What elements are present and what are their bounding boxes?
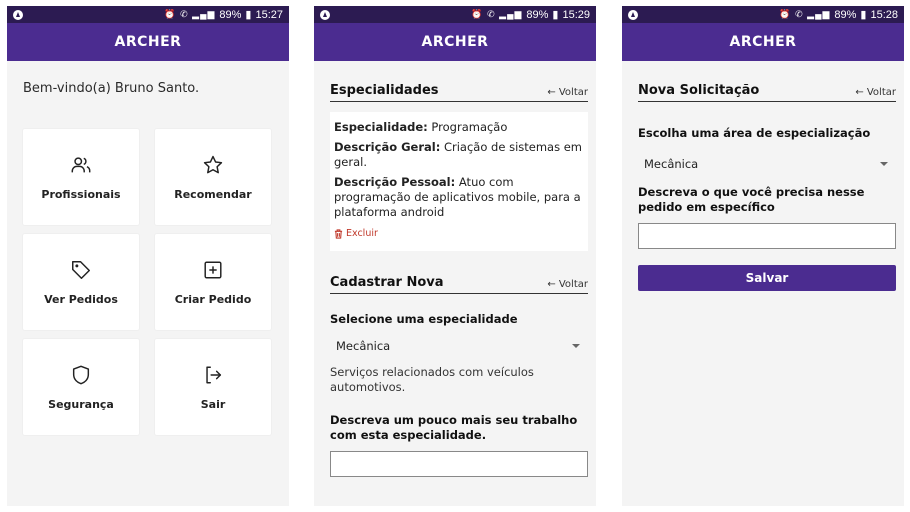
battery-level: 89% — [526, 8, 549, 21]
home-screen: ⏰ ✆ ▂▄▆ 89% ▮ 15:27 ARCHER Bem-vindo(a) … — [7, 6, 289, 506]
work-description-input[interactable] — [330, 451, 588, 477]
status-bar: ⏰ ✆ ▂▄▆ 89% ▮ 15:28 — [622, 6, 904, 23]
menu-card-sair[interactable]: Sair — [155, 339, 271, 435]
signal-icons: ⏰ ✆ ▂▄▆ — [471, 9, 523, 19]
request-description-label: Descreva o que você precisa nesse pedido… — [638, 185, 865, 214]
specialty-select[interactable]: Mecânica — [330, 333, 588, 359]
battery-icon: ▮ — [245, 9, 252, 21]
app-notification-icon — [13, 9, 23, 20]
menu-label: Criar Pedido — [174, 292, 252, 306]
signal-icons: ⏰ ✆ ▂▄▆ — [164, 9, 216, 19]
section-header: Especialidades ← Voltar — [330, 83, 588, 102]
tag-icon — [72, 260, 90, 279]
trash-icon — [334, 228, 343, 239]
menu-label: Recomendar — [174, 187, 252, 201]
specialty-card: Especialidade: Programação Descrição Ger… — [330, 112, 588, 251]
menu-label: Segurança — [48, 397, 114, 411]
area-select[interactable]: Mecânica — [638, 151, 896, 177]
plus-square-icon — [204, 260, 222, 279]
battery-level: 89% — [219, 8, 242, 21]
users-icon — [71, 156, 91, 172]
menu-grid: Profissionais Recomendar Ver Pedidos Cri… — [23, 129, 273, 435]
area-select-value: Mecânica — [644, 157, 699, 171]
welcome-message: Bem-vindo(a) Bruno Santo. — [23, 81, 200, 96]
general-description: Descrição Geral: Criação de sistemas em … — [334, 140, 583, 169]
back-link[interactable]: ← Voltar — [547, 87, 588, 98]
clock: 15:28 — [870, 8, 898, 21]
logout-icon — [206, 365, 222, 384]
section-title: Especialidades — [330, 83, 439, 98]
delete-label: Excluir — [346, 228, 378, 239]
personal-description: Descrição Pessoal: Atuo com programação … — [334, 175, 581, 219]
app-title: ARCHER — [7, 23, 289, 61]
specialties-screen: ⏰ ✆ ▂▄▆ 89% ▮ 15:29 ARCHER Especialidade… — [314, 6, 596, 506]
back-link[interactable]: ← Voltar — [855, 87, 896, 98]
area-select-label: Escolha uma área de especialização — [638, 126, 871, 140]
app-title: ARCHER — [314, 23, 596, 61]
clock: 15:29 — [562, 8, 590, 21]
menu-card-criar-pedido[interactable]: Criar Pedido — [155, 234, 271, 330]
menu-label: Profissionais — [41, 187, 121, 201]
menu-card-recomendar[interactable]: Recomendar — [155, 129, 271, 225]
menu-card-seguranca[interactable]: Segurança — [23, 339, 139, 435]
delete-button[interactable]: Excluir — [334, 226, 584, 241]
request-description-input[interactable] — [638, 223, 896, 249]
specialty-select-value: Mecânica — [336, 339, 391, 353]
dropdown-caret-icon — [572, 344, 580, 348]
menu-label: Sair — [200, 397, 226, 411]
clock: 15:27 — [255, 8, 283, 21]
work-description-label: Descreva um pouco mais seu trabalho com … — [330, 413, 578, 442]
specialty-select-label: Selecione uma especialidade — [330, 312, 518, 326]
save-button[interactable]: Salvar — [638, 265, 896, 291]
battery-icon: ▮ — [860, 9, 867, 21]
menu-card-profissionais[interactable]: Profissionais — [23, 129, 139, 225]
section-header: Nova Solicitação ← Voltar — [638, 83, 896, 102]
shield-icon — [72, 365, 90, 384]
star-icon — [203, 155, 223, 173]
section-title: Nova Solicitação — [638, 83, 760, 98]
specialty-select-description: Serviços relacionados com veículos autom… — [330, 365, 534, 394]
battery-level: 89% — [834, 8, 857, 21]
status-bar: ⏰ ✆ ▂▄▆ 89% ▮ 15:29 — [314, 6, 596, 23]
specialty-name: Especialidade: Programação — [334, 120, 508, 134]
new-section-title: Cadastrar Nova — [330, 275, 444, 290]
app-notification-icon — [628, 9, 638, 20]
app-notification-icon — [320, 9, 330, 20]
new-section-header: Cadastrar Nova ← Voltar — [330, 275, 588, 294]
menu-label: Ver Pedidos — [44, 292, 118, 306]
menu-card-ver-pedidos[interactable]: Ver Pedidos — [23, 234, 139, 330]
new-request-screen: ⏰ ✆ ▂▄▆ 89% ▮ 15:28 ARCHER Nova Solicita… — [622, 6, 904, 506]
app-title: ARCHER — [622, 23, 904, 61]
signal-icons: ⏰ ✆ ▂▄▆ — [779, 9, 831, 19]
dropdown-caret-icon — [880, 162, 888, 166]
battery-icon: ▮ — [552, 9, 559, 21]
new-back-link[interactable]: ← Voltar — [547, 279, 588, 290]
status-bar: ⏰ ✆ ▂▄▆ 89% ▮ 15:27 — [7, 6, 289, 23]
